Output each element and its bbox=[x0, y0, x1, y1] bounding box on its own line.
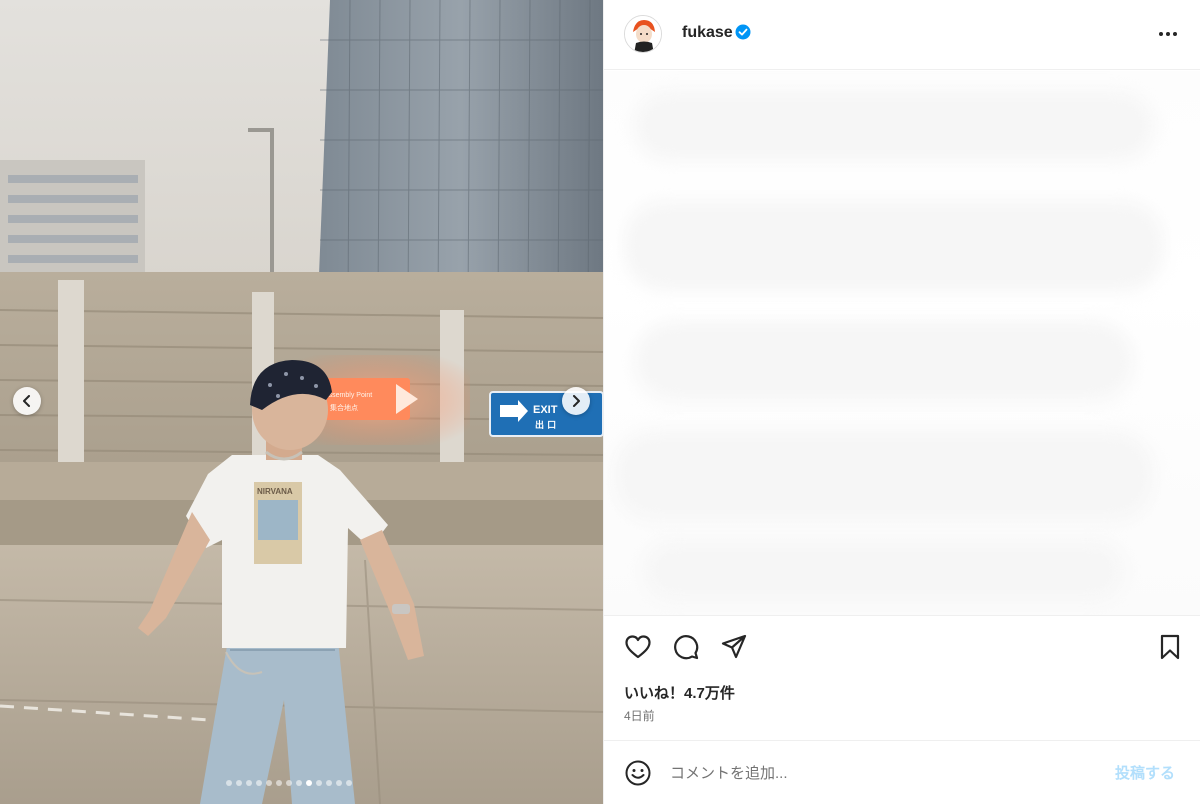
carousel-prev-button[interactable] bbox=[13, 387, 41, 415]
assembly-sign-subtext: 集合地点 bbox=[330, 403, 358, 412]
carousel-indicator bbox=[226, 780, 352, 786]
carousel-dot bbox=[346, 780, 352, 786]
carousel-dot bbox=[316, 780, 322, 786]
assembly-sign-text: Assembly Point bbox=[324, 392, 372, 399]
verified-badge-icon bbox=[735, 24, 751, 40]
post-header: fukase bbox=[604, 0, 1200, 70]
username-link[interactable]: fukase bbox=[682, 24, 733, 42]
carousel-dot bbox=[246, 780, 252, 786]
caption-comments-area bbox=[604, 71, 1200, 616]
post-timestamp[interactable]: 4日前 bbox=[624, 707, 655, 724]
paper-plane-icon[interactable] bbox=[720, 633, 748, 661]
like-count[interactable]: いいね！4.7万件 bbox=[624, 682, 735, 703]
more-options-icon[interactable] bbox=[1156, 22, 1180, 46]
post-comment-button[interactable]: 投稿する bbox=[1115, 762, 1175, 783]
post-actions bbox=[604, 617, 1200, 677]
carousel-dot bbox=[286, 780, 292, 786]
comment-composer: 投稿する bbox=[604, 740, 1200, 804]
exit-sign-text: EXIT bbox=[533, 404, 558, 416]
carousel-dot bbox=[236, 780, 242, 786]
carousel-next-button[interactable] bbox=[562, 387, 590, 415]
carousel-dot bbox=[326, 780, 332, 786]
carousel-dot bbox=[256, 780, 262, 786]
carousel-dot-active bbox=[306, 780, 312, 786]
carousel-dot bbox=[336, 780, 342, 786]
emoji-smile-icon[interactable] bbox=[624, 759, 652, 787]
post-media-carousel[interactable]: Assembly Point 集合地点 EXIT 出 口 NIRVANA bbox=[0, 0, 603, 804]
carousel-dot bbox=[276, 780, 282, 786]
carousel-dot bbox=[266, 780, 272, 786]
comment-input[interactable] bbox=[670, 761, 1090, 785]
shirt-graphic-text: NIRVANA bbox=[257, 487, 293, 496]
post-side-panel: fukase いいね！4.7万件 4日前 コメントを追加... 投稿する bbox=[603, 0, 1200, 804]
exit-sign-subtext: 出 口 bbox=[535, 419, 556, 431]
bookmark-icon[interactable] bbox=[1156, 633, 1184, 661]
heart-icon[interactable] bbox=[624, 633, 652, 661]
carousel-dot bbox=[296, 780, 302, 786]
chevron-left-icon bbox=[23, 395, 30, 407]
avatar[interactable] bbox=[624, 15, 662, 53]
comment-bubble-icon[interactable] bbox=[672, 633, 700, 661]
chevron-right-icon bbox=[573, 395, 580, 407]
post-photo: Assembly Point 集合地点 EXIT 出 口 NIRVANA bbox=[0, 0, 603, 804]
carousel-dot bbox=[226, 780, 232, 786]
